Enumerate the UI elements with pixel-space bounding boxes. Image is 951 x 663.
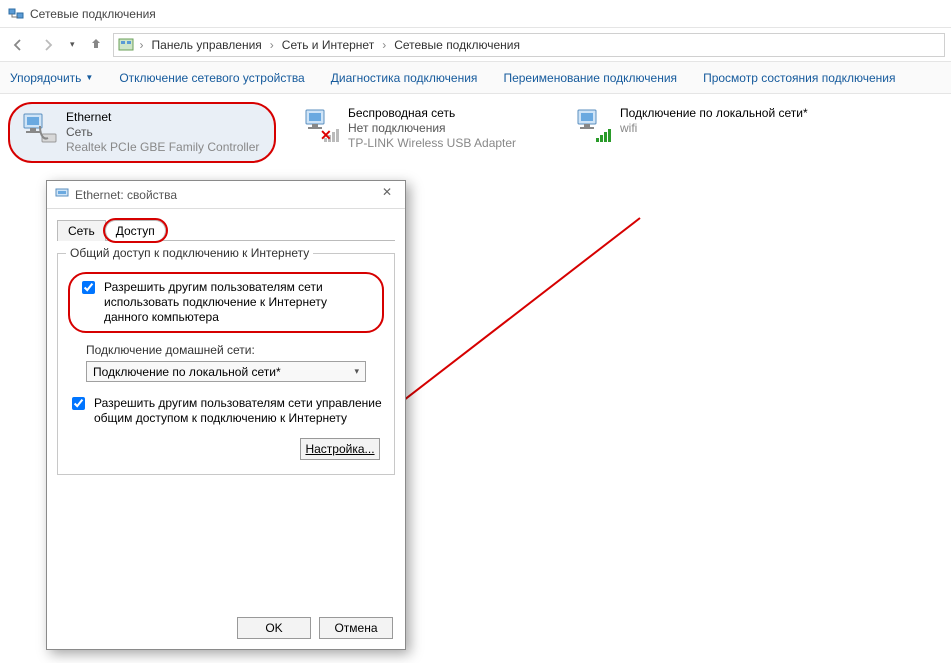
home-network-label: Подключение домашней сети:: [86, 343, 384, 357]
connection-adapter: wifi: [620, 121, 808, 136]
dialog-tabs: Сеть Доступ: [57, 217, 395, 241]
toolbar: Упорядочить ▼ Отключение сетевого устрой…: [0, 62, 951, 94]
back-button[interactable]: [6, 33, 30, 57]
network-connections-icon: [8, 6, 24, 22]
forward-button[interactable]: [36, 33, 60, 57]
ethernet-icon: [20, 110, 60, 150]
allow-control-checkbox[interactable]: [72, 397, 85, 410]
home-network-select[interactable]: Подключение по локальной сети* ▾: [86, 361, 366, 382]
control-panel-icon: [118, 37, 134, 53]
chevron-down-icon: ▾: [354, 366, 359, 377]
adapter-small-icon: [55, 186, 69, 203]
history-dropdown[interactable]: ▾: [66, 39, 79, 50]
close-button[interactable]: ✕: [375, 185, 399, 199]
configure-button[interactable]: Настройка...: [300, 438, 380, 460]
connection-name: Ethernet: [66, 110, 259, 125]
view-status-button[interactable]: Просмотр состояния подключения: [703, 71, 895, 85]
chevron-right-icon: ›: [268, 38, 276, 52]
up-button[interactable]: [85, 36, 107, 53]
allow-sharing-row[interactable]: Разрешить другим пользователям сети испо…: [68, 272, 384, 333]
connection-adapter: TP-LINK Wireless USB Adapter: [348, 136, 516, 151]
breadcrumb-item[interactable]: Панель управления: [150, 38, 264, 52]
wifi-disconnected-icon: ✕: [302, 106, 342, 146]
connection-name: Подключение по локальной сети*: [620, 106, 808, 121]
connections-list: Ethernet Сеть Realtek PCIe GBE Family Co…: [8, 102, 943, 163]
connection-adapter: Realtek PCIe GBE Family Controller: [66, 140, 259, 155]
home-network-value: Подключение по локальной сети*: [93, 365, 281, 379]
address-bar: ▾ › Панель управления › Сеть и Интернет …: [0, 28, 951, 62]
titlebar: Сетевые подключения: [0, 0, 951, 28]
sharing-groupbox: Общий доступ к подключению к Интернету Р…: [57, 253, 395, 475]
breadcrumb-item[interactable]: Сетевые подключения: [392, 38, 522, 52]
chevron-down-icon: ▼: [85, 73, 93, 82]
organize-button[interactable]: Упорядочить ▼: [10, 71, 93, 85]
allow-control-label: Разрешить другим пользователям сети упра…: [94, 396, 384, 426]
connection-name: Беспроводная сеть: [348, 106, 516, 121]
dialog-titlebar: Ethernet: свойства ✕: [47, 181, 405, 209]
rename-button[interactable]: Переименование подключения: [503, 71, 677, 85]
organize-label: Упорядочить: [10, 71, 81, 85]
connection-item-lan[interactable]: Подключение по локальной сети* wifi: [570, 102, 820, 163]
diagnose-button[interactable]: Диагностика подключения: [331, 71, 478, 85]
disable-device-button[interactable]: Отключение сетевого устройства: [119, 71, 304, 85]
x-mark-icon: ✕: [320, 127, 332, 144]
breadcrumb[interactable]: › Панель управления › Сеть и Интернет › …: [113, 33, 945, 57]
tab-sharing[interactable]: Доступ: [105, 220, 166, 241]
connection-item-ethernet[interactable]: Ethernet Сеть Realtek PCIe GBE Family Co…: [8, 102, 276, 163]
properties-dialog: Ethernet: свойства ✕ Сеть Доступ Общий д…: [46, 180, 406, 650]
wifi-connected-icon: [574, 106, 614, 146]
window-title: Сетевые подключения: [30, 7, 156, 21]
dialog-title: Ethernet: свойства: [75, 188, 177, 202]
breadcrumb-item[interactable]: Сеть и Интернет: [280, 38, 376, 52]
allow-sharing-checkbox[interactable]: [82, 281, 95, 294]
connection-status: Сеть: [66, 125, 259, 140]
allow-control-row[interactable]: Разрешить другим пользователям сети упра…: [68, 396, 384, 426]
ok-button[interactable]: OK: [237, 617, 311, 639]
cancel-button[interactable]: Отмена: [319, 617, 393, 639]
allow-sharing-label: Разрешить другим пользователям сети испо…: [104, 280, 374, 325]
connection-status: Нет подключения: [348, 121, 516, 136]
connection-item-wireless[interactable]: ✕ Беспроводная сеть Нет подключения TP-L…: [298, 102, 548, 163]
chevron-right-icon: ›: [380, 38, 388, 52]
chevron-right-icon: ›: [138, 38, 146, 52]
tab-network[interactable]: Сеть: [57, 220, 106, 241]
group-legend: Общий доступ к подключению к Интернету: [66, 246, 313, 260]
